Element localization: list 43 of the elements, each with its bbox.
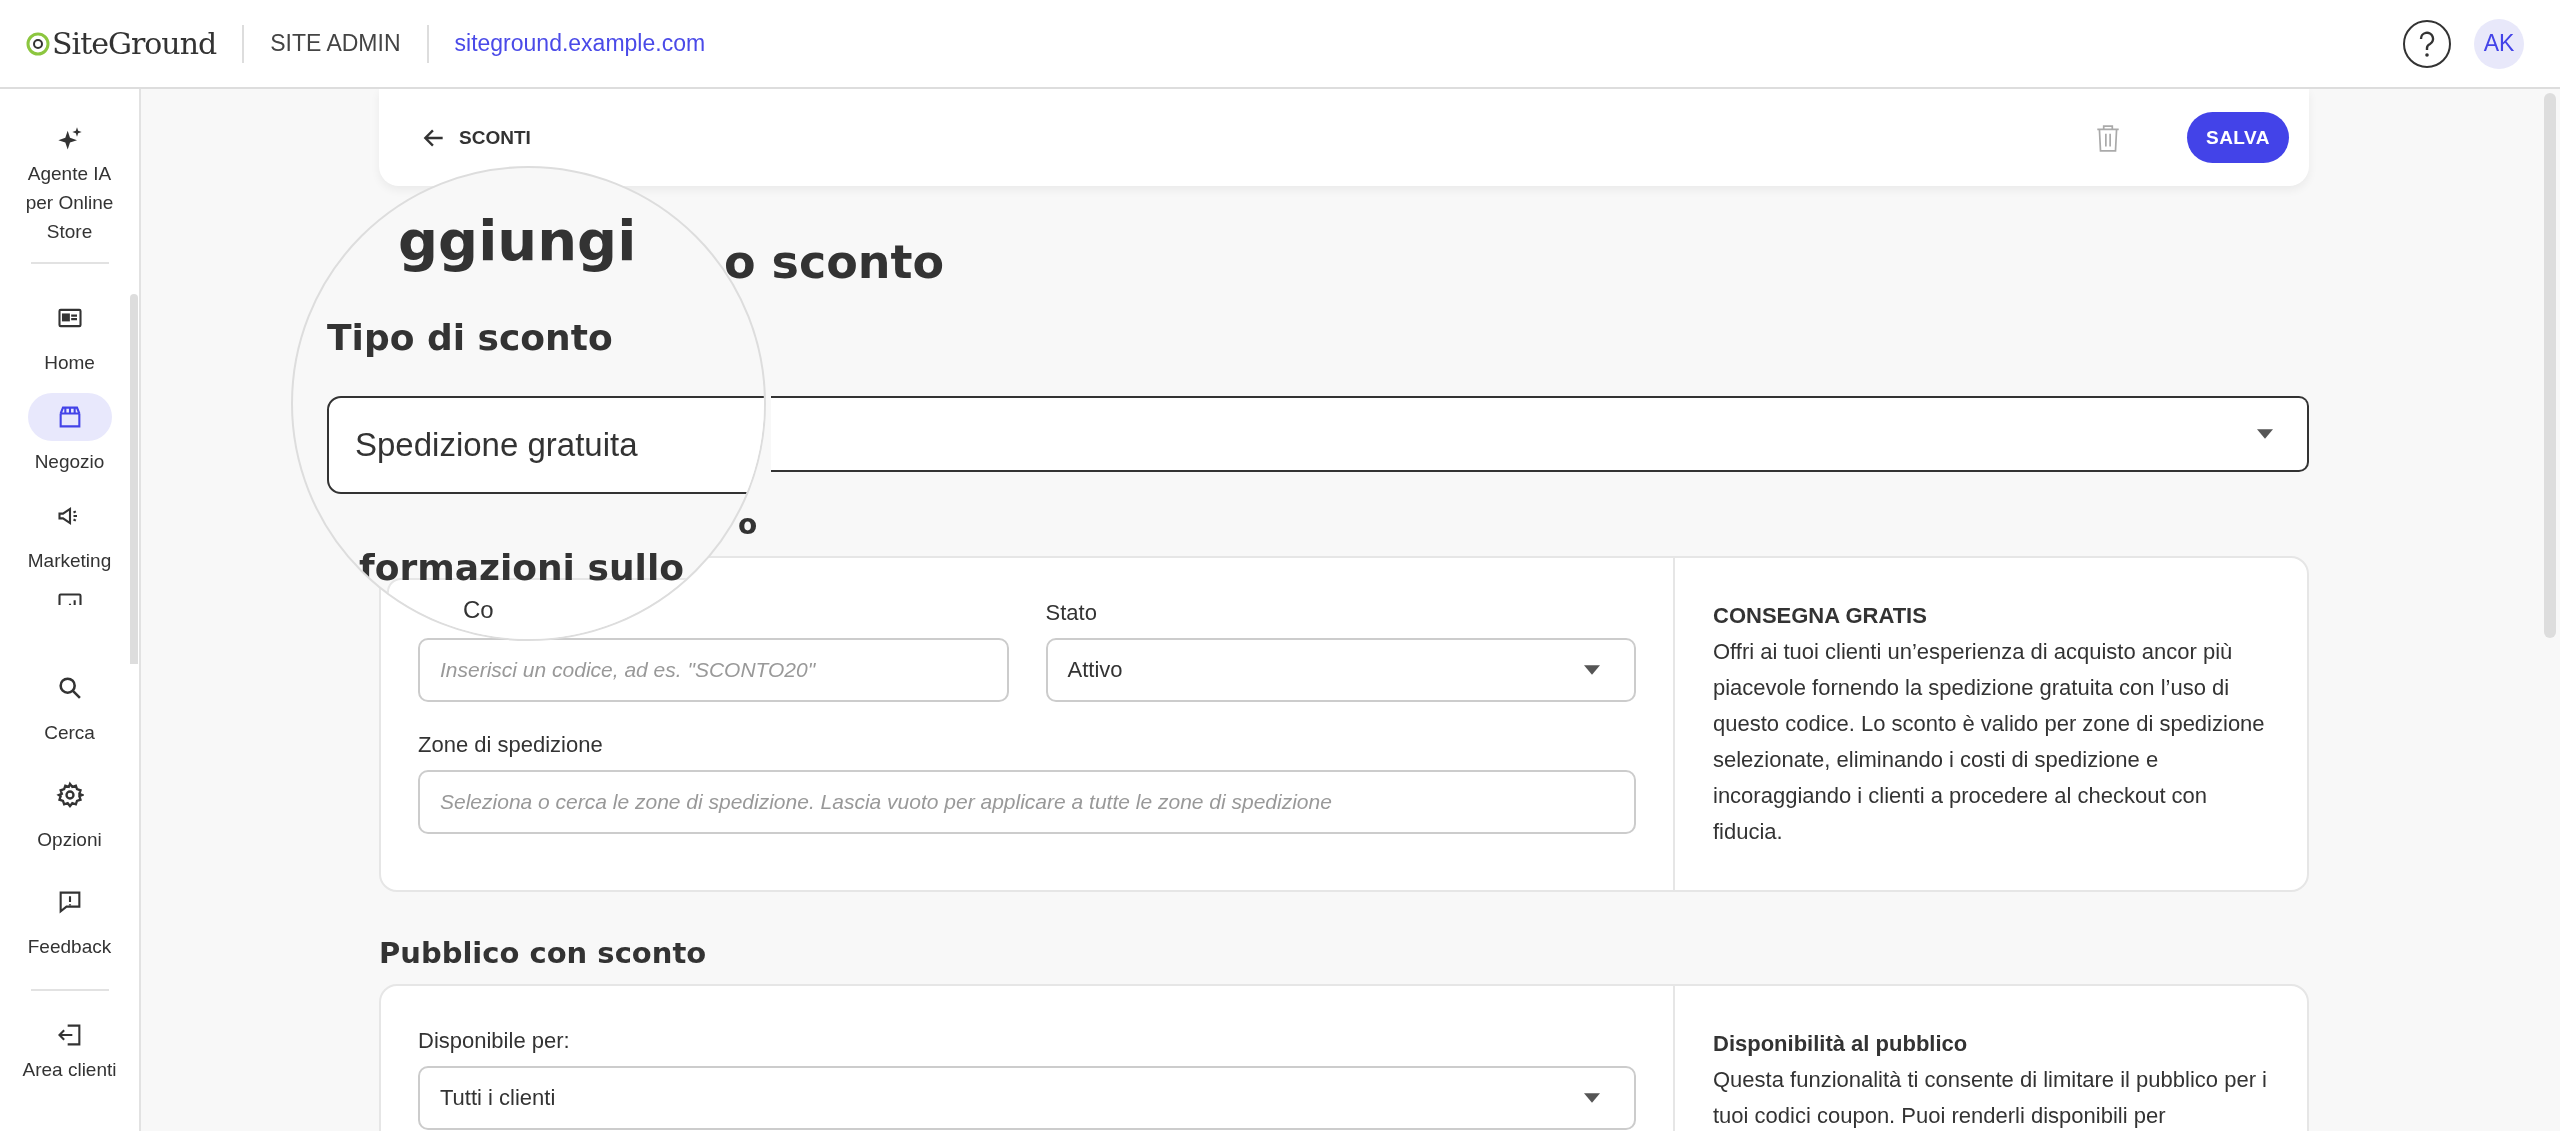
audience-select[interactable]: Tutti i clienti (418, 1066, 1636, 1130)
field-label: Stato (1045, 600, 1098, 626)
save-button[interactable]: SALVA (2187, 112, 2289, 163)
back-link[interactable]: SCONTI (421, 124, 531, 151)
help-text: Offri ai tuoi clienti un’esperienza di acquisto ancor più piacevole fornendo la spedizione gratuita con l’uso di questo codice. Lo sconto è valido per zone di spedizione selezionate, eliminando i costi di spedizione e incoraggiando i clienti a procedere al checkout con fiducia. (1713, 638, 2266, 846)
discount-type-select[interactable] (771, 396, 2309, 472)
field-label: Zone di spedizione (418, 732, 604, 758)
nav-label[interactable]: Marketing (27, 546, 112, 575)
section-heading: Tipo di sconto (327, 316, 613, 360)
caret-icon (1584, 665, 1600, 675)
discount-type-select[interactable]: Spedizione gratuita (327, 396, 764, 494)
nav-label[interactable]: Home (44, 348, 95, 377)
page-scrollbar[interactable] (2544, 93, 2556, 638)
help-text: Questa funzionalità ti consente di limitare il pubblico per i tuoi codici coupon. Puoi renderli disponibili per (1713, 1066, 2268, 1130)
nav-label[interactable]: Opzioni (37, 825, 102, 854)
caret-icon (1584, 1093, 1600, 1103)
page-title: o sconto (724, 234, 946, 290)
caret-icon (2257, 429, 2273, 439)
settings-icon (55, 781, 84, 809)
section-title: SITE ADMIN (270, 30, 401, 57)
sidebar-scrollbar[interactable] (130, 294, 138, 664)
zones-input[interactable]: Seleziona o cerca le zone di spedizione. Lascia vuoto per applicare a tutte le zone di spedizione (418, 770, 1636, 834)
nav-label[interactable]: Area clienti (22, 1055, 117, 1084)
nav-label[interactable]: Agente IA per Online Store (14, 159, 125, 246)
nav-label[interactable]: Cerca (44, 718, 95, 747)
section-heading: o (738, 508, 759, 542)
field-label: Co (463, 596, 494, 624)
nav-label[interactable]: Negozio (34, 447, 105, 476)
code-input[interactable]: Inserisci un codice, ad es. "SCONTO20" (418, 638, 1009, 702)
section-heading: formazioni sullo (359, 546, 684, 590)
user-avatar[interactable]: AK (2474, 18, 2524, 69)
logo-icon (26, 31, 50, 56)
section-heading: Pubblico con sconto (379, 936, 708, 970)
page-title: ggiungi (398, 208, 637, 274)
help-icon[interactable] (2402, 18, 2452, 69)
domain-link[interactable]: siteground.example.com (454, 30, 706, 57)
logo-text: SiteGround (52, 26, 217, 61)
help-title: CONSEGNA GRATIS (1713, 602, 1928, 630)
status-select[interactable]: Attivo (1045, 638, 1636, 702)
nav-icon-pill[interactable] (27, 393, 112, 441)
field-label: Disponibile per: (418, 1028, 571, 1054)
help-title: Disponibilità al pubblico (1713, 1030, 1969, 1058)
nav-label[interactable]: Feedback (27, 932, 112, 961)
